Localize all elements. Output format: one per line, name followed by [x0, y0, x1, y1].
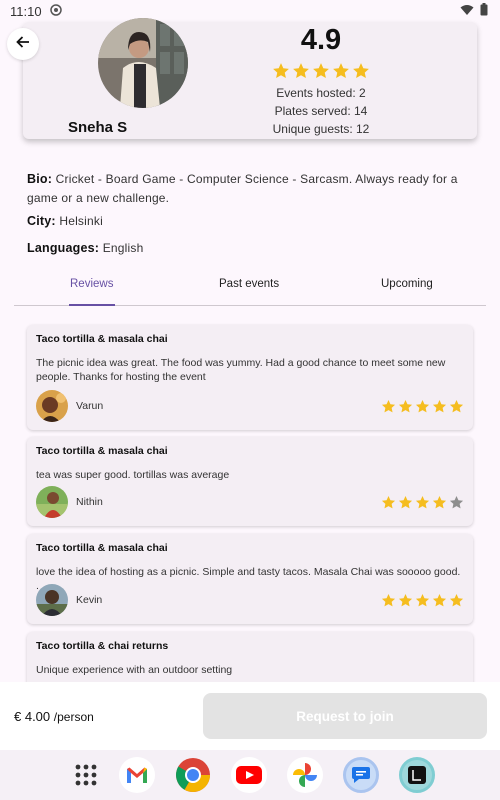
price: € 4.00 /person — [14, 709, 94, 724]
status-bar: 11:10 — [0, 0, 500, 22]
reviewer: Varun — [36, 390, 103, 422]
review-text: Unique experience with an outdoor settin… — [36, 664, 233, 676]
unique-guests: Unique guests: 12 — [272, 122, 370, 136]
reviewer-name: Nithin — [76, 496, 103, 508]
city: City: Helsinki — [27, 212, 477, 231]
review-text: The picnic idea was great. The food was … — [36, 357, 446, 383]
languages: Languages: English — [27, 239, 477, 258]
star-filled-icon — [273, 63, 289, 79]
wifi-icon — [460, 4, 474, 19]
avatar — [36, 486, 68, 518]
review-card: Taco tortilla & masala chai love the ide… — [27, 534, 473, 624]
gmail-icon[interactable] — [119, 757, 155, 793]
bio: Bio: Cricket - Board Game - Computer Sci… — [27, 170, 477, 208]
bio-text: Cricket - Board Game - Computer Science … — [27, 172, 458, 205]
languages-value: English — [102, 241, 144, 255]
star-filled-icon — [415, 399, 430, 412]
price-unit: /person — [53, 710, 94, 724]
tab-upcoming[interactable]: Upcoming — [381, 278, 433, 290]
review-card: Taco tortilla & masala chai The picnic i… — [27, 325, 473, 430]
star-filled-icon — [432, 495, 447, 508]
events-hosted: Events hosted: 2 — [276, 86, 366, 100]
status-time: 11:10 — [10, 3, 42, 19]
star-filled-icon — [449, 399, 464, 412]
price-amount: € 4.00 — [14, 709, 51, 724]
star-filled-icon — [415, 495, 430, 508]
rating-stars — [271, 62, 371, 80]
review-footer: Varun — [36, 390, 464, 422]
booking-bar: € 4.00 /person Request to join — [0, 682, 500, 750]
profile-name: Sneha S — [68, 119, 128, 136]
photos-icon[interactable] — [287, 757, 323, 793]
review-stars — [381, 495, 464, 510]
review-text: tea was super good. tortillas was averag… — [36, 469, 230, 481]
review-stars — [381, 593, 464, 608]
profile-card: Sneha S 4.9 Events hosted: 2 Plates serv… — [23, 18, 477, 139]
arrow-back-icon — [15, 34, 31, 55]
bio-label: Bio: — [27, 172, 53, 186]
chrome-icon[interactable] — [175, 757, 211, 793]
review-title: Taco tortilla & masala chai — [36, 333, 168, 345]
battery-icon — [480, 3, 488, 19]
app-icon[interactable] — [399, 757, 435, 793]
avatar — [36, 584, 68, 616]
star-filled-icon — [415, 593, 430, 606]
reviewer: Nithin — [36, 486, 103, 518]
profile-photo — [98, 18, 188, 108]
avatar — [36, 390, 68, 422]
tab-bar: Reviews Past events Upcoming — [14, 272, 486, 306]
star-filled-icon — [398, 593, 413, 606]
star-empty-icon — [449, 495, 464, 508]
star-filled-icon — [449, 593, 464, 606]
star-filled-icon — [353, 63, 369, 79]
review-title: Taco tortilla & chai returns — [36, 640, 169, 652]
back-button[interactable] — [7, 28, 39, 60]
review-footer: Nithin — [36, 486, 464, 518]
city-label: City: — [27, 214, 56, 228]
reviewer-name: Varun — [76, 400, 104, 412]
star-filled-icon — [333, 63, 349, 79]
star-filled-icon — [432, 399, 447, 412]
reviewer-name: Kevin — [76, 594, 103, 606]
reviewer: Kevin — [36, 584, 102, 616]
star-filled-icon — [398, 399, 413, 412]
star-filled-icon — [381, 593, 396, 606]
star-filled-icon — [398, 495, 413, 508]
star-filled-icon — [432, 593, 447, 606]
star-filled-icon — [381, 399, 396, 412]
review-title: Taco tortilla & masala chai — [36, 445, 168, 457]
city-value: Helsinki — [59, 214, 103, 228]
review-card: Taco tortilla & masala chai tea was supe… — [27, 437, 473, 526]
plates-served: Plates served: 14 — [274, 104, 368, 118]
star-filled-icon — [313, 63, 329, 79]
star-filled-icon — [293, 63, 309, 79]
tab-past-events[interactable]: Past events — [219, 278, 279, 290]
messages-icon[interactable] — [343, 757, 379, 793]
sync-icon — [49, 3, 62, 19]
review-stars — [381, 399, 464, 414]
review-footer: Kevin — [36, 584, 464, 616]
app-dock — [0, 750, 500, 800]
languages-label: Languages: — [27, 241, 100, 255]
review-title: Taco tortilla & masala chai — [36, 542, 168, 554]
overall-rating: 4.9 — [300, 24, 342, 56]
youtube-icon[interactable] — [231, 757, 267, 793]
active-tab-indicator — [69, 304, 115, 306]
apps-grid-icon[interactable] — [68, 757, 104, 793]
request-to-join-button[interactable]: Request to join — [203, 693, 487, 739]
star-filled-icon — [381, 495, 396, 508]
tab-reviews[interactable]: Reviews — [70, 278, 113, 290]
